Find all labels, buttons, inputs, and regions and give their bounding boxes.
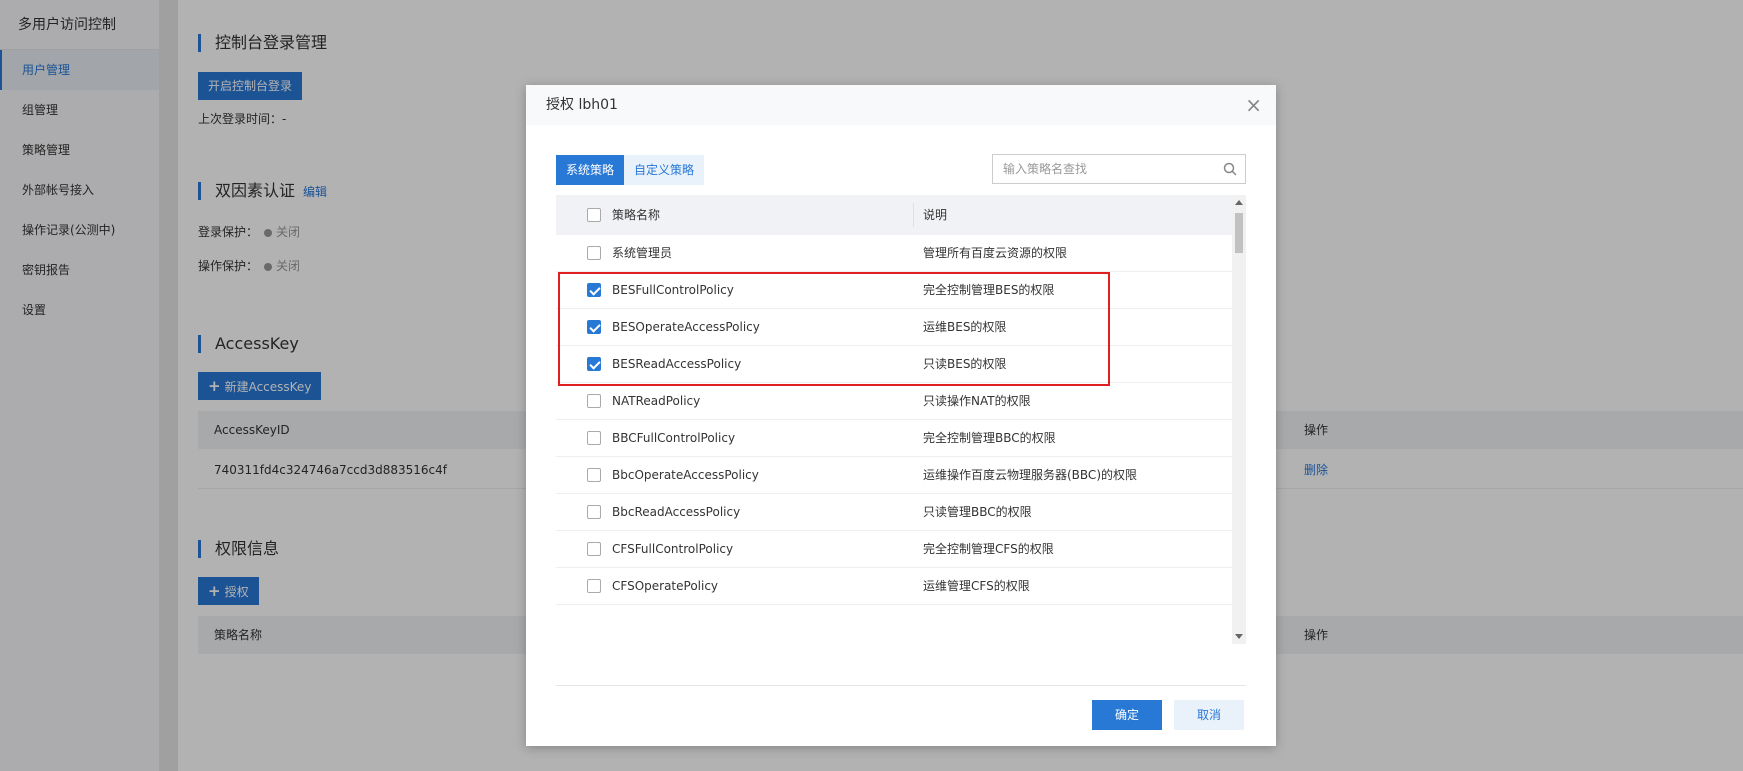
table-row[interactable]: 系统管理员 管理所有百度云资源的权限: [556, 235, 1232, 272]
policy-name: CFSFullControlPolicy: [612, 542, 734, 556]
scroll-down-icon[interactable]: [1235, 634, 1243, 639]
policy-description: 运维管理CFS的权限: [923, 579, 1030, 593]
close-icon[interactable]: ×: [1245, 85, 1262, 125]
policy-name: BESOperateAccessPolicy: [612, 320, 760, 334]
policy-checkbox[interactable]: [587, 431, 601, 445]
policy-description: 只读操作NAT的权限: [923, 394, 1031, 408]
grant-dialog: 授权 lbh01 × 系统策略 自定义策略 策略名称 说明 系统管理员 管理所有百…: [526, 85, 1276, 746]
select-all-checkbox[interactable]: [587, 208, 601, 222]
policy-checkbox[interactable]: [587, 394, 601, 408]
policy-checkbox[interactable]: [587, 320, 601, 334]
table-row[interactable]: CFSFullControlPolicy 完全控制管理CFS的权限: [556, 531, 1232, 568]
dialog-title: 授权 lbh01: [546, 97, 618, 113]
policy-table: 策略名称 说明 系统管理员 管理所有百度云资源的权限 BESFullControlP…: [556, 195, 1246, 644]
policy-name: BESReadAccessPolicy: [612, 357, 742, 371]
policy-table-scrollbar[interactable]: [1232, 195, 1246, 644]
confirm-button[interactable]: 确定: [1092, 700, 1162, 730]
policy-description: 运维BES的权限: [923, 320, 1007, 334]
table-row[interactable]: BESOperateAccessPolicy 运维BES的权限: [556, 309, 1232, 346]
policy-description: 完全控制管理CFS的权限: [923, 542, 1054, 556]
policy-name: BESFullControlPolicy: [612, 283, 734, 297]
policy-checkbox[interactable]: [587, 283, 601, 297]
table-row[interactable]: BbcReadAccessPolicy 只读管理BBC的权限: [556, 494, 1232, 531]
policy-name: 系统管理员: [612, 246, 673, 260]
tab-custom-policy[interactable]: 自定义策略: [624, 155, 705, 185]
col-policy-name: 策略名称: [612, 208, 661, 222]
col-policy-desc: 说明: [923, 208, 948, 222]
policy-name: BbcOperateAccessPolicy: [612, 468, 759, 482]
policy-checkbox[interactable]: [587, 579, 601, 593]
policy-name: CFSOperatePolicy: [612, 579, 719, 593]
cancel-button[interactable]: 取消: [1174, 700, 1244, 730]
policy-tabs: 系统策略 自定义策略: [556, 155, 705, 185]
dialog-footer-divider: [556, 685, 1246, 686]
table-row[interactable]: BESReadAccessPolicy 只读BES的权限: [556, 346, 1232, 383]
policy-checkbox[interactable]: [587, 357, 601, 371]
table-row[interactable]: BESFullControlPolicy 完全控制管理BES的权限: [556, 272, 1232, 309]
policy-checkbox[interactable]: [587, 505, 601, 519]
policy-name: NATReadPolicy: [612, 394, 701, 408]
policy-name: BbcReadAccessPolicy: [612, 505, 741, 519]
policy-checkbox[interactable]: [587, 542, 601, 556]
policy-table-header: 策略名称 说明: [556, 195, 1232, 235]
scroll-up-icon[interactable]: [1235, 200, 1243, 205]
table-row[interactable]: BBCFullControlPolicy 完全控制管理BBC的权限: [556, 420, 1232, 457]
table-row[interactable]: BbcOperateAccessPolicy 运维操作百度云物理服务器(BBC)的…: [556, 457, 1232, 494]
policy-description: 管理所有百度云资源的权限: [923, 246, 1068, 260]
scroll-thumb[interactable]: [1235, 213, 1243, 253]
policy-checkbox[interactable]: [587, 468, 601, 482]
policy-name: BBCFullControlPolicy: [612, 431, 736, 445]
policy-description: 只读BES的权限: [923, 357, 1007, 371]
column-divider: [913, 203, 914, 227]
policy-description: 完全控制管理BBC的权限: [923, 431, 1056, 445]
policy-description: 完全控制管理BES的权限: [923, 283, 1055, 297]
policy-description: 只读管理BBC的权限: [923, 505, 1032, 519]
search-icon[interactable]: [1223, 162, 1237, 176]
table-row[interactable]: CFSOperatePolicy 运维管理CFS的权限: [556, 568, 1232, 605]
policy-search-input[interactable]: [993, 155, 1213, 183]
policy-checkbox[interactable]: [587, 246, 601, 260]
policy-description: 运维操作百度云物理服务器(BBC)的权限: [923, 468, 1137, 482]
tab-system-policy[interactable]: 系统策略: [556, 155, 625, 185]
dialog-header: 授权 lbh01 ×: [526, 85, 1276, 125]
policy-search: [992, 154, 1246, 184]
table-row[interactable]: NATReadPolicy 只读操作NAT的权限: [556, 383, 1232, 420]
